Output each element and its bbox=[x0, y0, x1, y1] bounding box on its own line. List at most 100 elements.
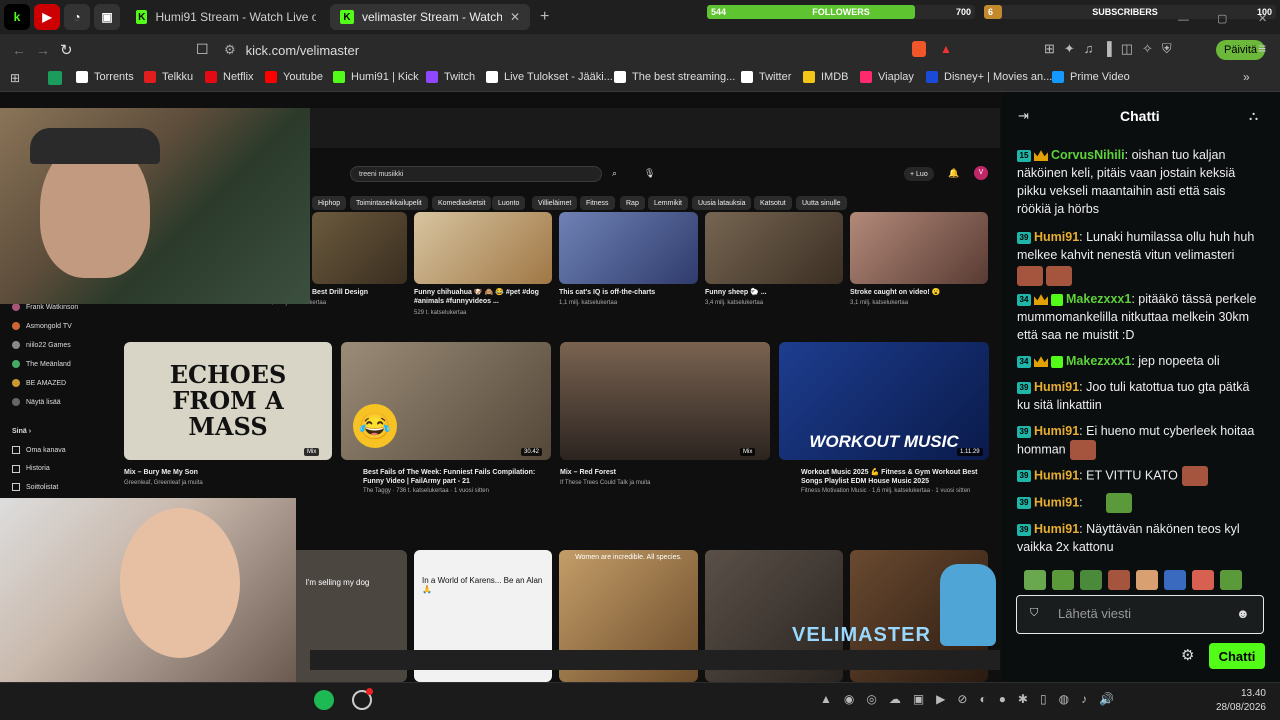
close-icon[interactable]: ✕ bbox=[510, 10, 520, 24]
forward-icon[interactable]: → bbox=[36, 42, 50, 58]
bookmark-item[interactable]: Viaplay bbox=[860, 71, 914, 83]
chat-username[interactable]: Makezxxx1 bbox=[1066, 354, 1131, 368]
video-title[interactable]: Funny sheep 🐑 ... bbox=[705, 288, 841, 297]
video-thumbnail[interactable]: 😂 bbox=[341, 342, 551, 460]
video-thumbnail[interactable] bbox=[312, 212, 407, 284]
video-thumbnail[interactable]: WORKOUT MUSIC bbox=[779, 342, 989, 460]
yt-chip[interactable]: Hiphop bbox=[312, 196, 347, 210]
bookmark-item[interactable]: Telkku bbox=[144, 71, 193, 83]
bookmark-item[interactable]: Twitch bbox=[426, 71, 475, 83]
bookmark-item[interactable]: IMDB bbox=[803, 71, 849, 83]
video-thumbnail[interactable] bbox=[850, 212, 988, 284]
video-title[interactable]: Best Fails of The Week: Funniest Fails C… bbox=[363, 468, 549, 486]
address-field[interactable]: ⚙ kick.com/velimaster bbox=[224, 40, 904, 60]
window-close-icon[interactable]: ✕ bbox=[1258, 12, 1267, 25]
shield-icon[interactable]: ⛉ bbox=[1030, 607, 1038, 620]
back-icon[interactable]: ← bbox=[12, 42, 26, 58]
bookmark-item[interactable]: The best streaming... bbox=[614, 71, 735, 83]
yt-chip[interactable]: Uusia latauksia bbox=[692, 196, 752, 210]
yt-subscription-item[interactable]: niilo22 Games bbox=[12, 341, 71, 349]
yt-library-item[interactable]: Soittolistat bbox=[12, 483, 58, 492]
menu-icon[interactable]: ≡ bbox=[1258, 40, 1266, 56]
pinned-tab-youtube[interactable]: ▶ bbox=[34, 4, 60, 30]
reload-icon[interactable]: ↻ bbox=[60, 41, 73, 59]
bookmark-item[interactable]: Twitter bbox=[741, 71, 791, 83]
settings-gear-icon[interactable]: ⚙ bbox=[1181, 646, 1194, 664]
video-thumbnail[interactable] bbox=[414, 212, 552, 284]
pinned-tab-store[interactable]: ▣ bbox=[94, 4, 120, 30]
rewards-icon[interactable]: ▲ bbox=[940, 42, 952, 56]
bookmark-icon[interactable]: ☐ bbox=[196, 41, 209, 58]
chat-username[interactable]: CorvusNihili bbox=[1051, 148, 1125, 162]
yt-search-icon[interactable]: ⌕ bbox=[612, 168, 617, 179]
spotify-icon[interactable] bbox=[314, 690, 334, 710]
yt-bell-icon[interactable]: 🔔 bbox=[948, 168, 959, 179]
video-title[interactable]: This cat's IQ is off-the-charts bbox=[559, 288, 695, 297]
yt-chip[interactable]: Katsotut bbox=[754, 196, 792, 210]
yt-chip[interactable]: Villieläimet bbox=[532, 196, 578, 210]
more-bookmarks-icon[interactable]: » bbox=[1243, 70, 1250, 84]
chat-users-icon[interactable]: ⛬ bbox=[1249, 108, 1258, 124]
yt-library-item[interactable]: Historia bbox=[12, 464, 50, 473]
bookmark-item[interactable]: Youtube bbox=[265, 71, 323, 83]
bookmark-item[interactable]: Live Tulokset - Jääki... bbox=[486, 71, 613, 83]
video-thumbnail[interactable] bbox=[560, 342, 770, 460]
stream-video[interactable]: treeni musiikki ⌕ 🎙 + Luo 🔔 V Hiphop Toim… bbox=[0, 92, 1002, 682]
yt-search-input[interactable]: treeni musiikki bbox=[350, 166, 602, 182]
yt-create-button[interactable]: + Luo bbox=[904, 167, 934, 181]
yt-chip[interactable]: Lemmikit bbox=[648, 196, 689, 210]
yt-subscription-item[interactable]: Näytä lisää bbox=[12, 398, 61, 406]
chat-username[interactable]: Humi91 bbox=[1034, 424, 1079, 438]
bookmark-item[interactable]: Torrents bbox=[76, 71, 134, 83]
video-title[interactable]: Stroke caught on video! 😮 bbox=[850, 288, 986, 297]
yt-avatar[interactable]: V bbox=[974, 166, 988, 180]
emoji-icon[interactable]: ☻ bbox=[1236, 606, 1250, 621]
yt-chip[interactable]: Rap bbox=[620, 196, 645, 210]
yt-you-heading[interactable]: Sinä › bbox=[12, 428, 31, 435]
site-info-icon[interactable]: ⚙ bbox=[224, 42, 236, 58]
chat-username[interactable]: Humi91 bbox=[1034, 522, 1079, 536]
bookmark-item[interactable]: Prime Video bbox=[1052, 71, 1130, 83]
video-thumbnail[interactable] bbox=[559, 212, 698, 284]
bookmark-app-icon[interactable] bbox=[48, 71, 62, 85]
apps-grid-icon[interactable]: ⊞ bbox=[10, 71, 20, 85]
yt-subscription-item[interactable]: BE AMAZED bbox=[12, 379, 66, 387]
video-title[interactable]: Workout Music 2025 💪 Fitness & Gym Worko… bbox=[801, 468, 987, 486]
tab-velimaster[interactable]: K velimaster Stream - Watch Liv ✕ bbox=[330, 4, 530, 30]
video-thumbnail[interactable]: ECHOES FROM A MASS bbox=[124, 342, 332, 460]
yt-subscription-item[interactable]: Frank Watkinson bbox=[12, 303, 78, 311]
bookmark-item[interactable]: Disney+ | Movies an... bbox=[926, 71, 1052, 83]
new-tab-button[interactable]: + bbox=[540, 8, 549, 26]
yt-subscription-item[interactable]: Asmongold TV bbox=[12, 322, 72, 330]
yt-chip[interactable]: Uutta sinulle bbox=[796, 196, 847, 210]
yt-chip[interactable]: Komediasketsit bbox=[432, 196, 492, 210]
chat-username[interactable]: Humi91 bbox=[1034, 230, 1079, 244]
chat-username[interactable]: Makezxxx1 bbox=[1066, 292, 1131, 306]
chat-username[interactable]: Humi91 bbox=[1034, 495, 1079, 509]
yt-chip[interactable]: Toimintaseikkailupelit bbox=[350, 196, 428, 210]
yt-chip[interactable]: Fitness bbox=[580, 196, 615, 210]
tab-humi91[interactable]: K Humi91 Stream - Watch Live on Kick bbox=[126, 4, 326, 30]
chat-username[interactable]: Humi91 bbox=[1034, 380, 1079, 394]
yt-subscription-item[interactable]: The Meänland bbox=[12, 360, 71, 368]
video-title[interactable]: Mix – Bury Me My Son bbox=[124, 468, 324, 477]
minimize-icon[interactable]: — bbox=[1178, 14, 1189, 26]
send-chat-button[interactable]: Chatti bbox=[1209, 643, 1265, 669]
brave-shield-icon[interactable] bbox=[912, 41, 926, 57]
bookmark-item[interactable]: Humi91 | Kick bbox=[333, 71, 419, 83]
pinned-tab-app[interactable]: ◔ bbox=[64, 4, 90, 30]
video-title[interactable]: Funny chihuahua 🐶 🙈 😂 #pet #dog #animals… bbox=[414, 288, 550, 306]
collapse-chat-icon[interactable]: ⇥ bbox=[1018, 108, 1029, 124]
bookmark-item[interactable]: Netflix bbox=[205, 71, 254, 83]
video-title[interactable]: Mix – Red Forest bbox=[560, 468, 760, 477]
yt-chip[interactable]: Luonto bbox=[492, 196, 526, 210]
maximize-icon[interactable]: ▢ bbox=[1217, 12, 1227, 25]
pinned-tab-kick[interactable]: k bbox=[4, 4, 30, 30]
extension-icons[interactable]: ⊞✦♫▐◫✧⛨ bbox=[1044, 41, 1181, 57]
chat-input[interactable] bbox=[1016, 595, 1264, 634]
video-thumbnail[interactable] bbox=[705, 212, 843, 284]
yt-mic-icon[interactable]: 🎙 bbox=[644, 168, 655, 179]
chat-username[interactable]: Humi91 bbox=[1034, 468, 1079, 482]
yt-library-item[interactable]: Oma kanava bbox=[12, 446, 66, 454]
tray-icons[interactable]: ▲◉◎☁▣▶⊘◐●✱▯◍♪🔊 bbox=[820, 692, 1126, 706]
